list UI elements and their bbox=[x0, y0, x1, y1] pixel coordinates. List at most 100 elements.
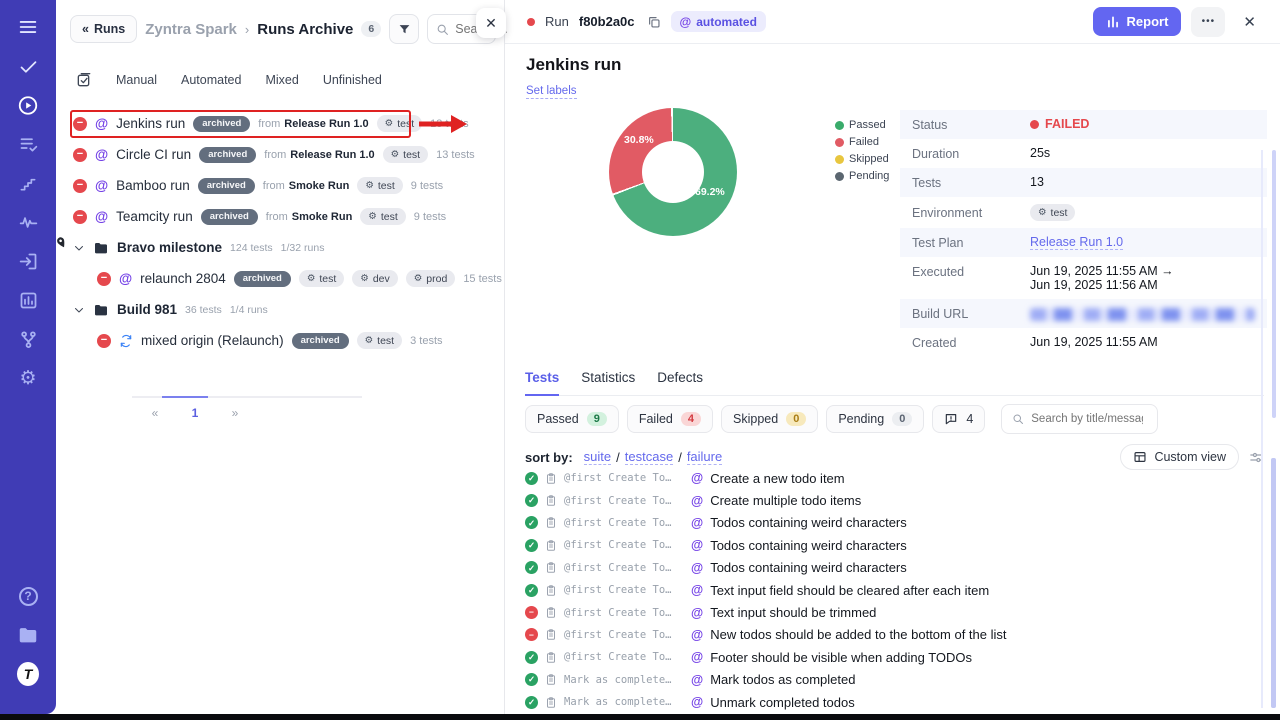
suite-name[interactable]: Mark as complete… bbox=[564, 674, 684, 686]
detail-close-button[interactable]: ✕ bbox=[1235, 9, 1264, 35]
tab-unfinished[interactable]: Unfinished bbox=[323, 73, 382, 87]
folder-icon bbox=[93, 302, 109, 318]
more-actions-button[interactable]: ••• bbox=[1191, 7, 1225, 37]
filter-failed-button[interactable]: Failed4 bbox=[627, 405, 713, 433]
suite-name[interactable]: @first Create To… bbox=[564, 562, 684, 574]
suite-name[interactable]: Mark as complete… bbox=[564, 696, 684, 708]
runs-panel-close-button[interactable]: ✕ bbox=[476, 8, 506, 38]
suite-name[interactable]: @first Create To… bbox=[564, 651, 684, 663]
report-button[interactable]: Report bbox=[1093, 7, 1182, 36]
milestones-steps-icon[interactable] bbox=[17, 172, 39, 194]
analytics-icon[interactable] bbox=[17, 289, 39, 311]
run-row-mixed-origin[interactable]: − mixed origin (Relaunch) archived ⚙test… bbox=[56, 325, 503, 356]
panel-scrollbar-thumb[interactable] bbox=[1272, 150, 1276, 418]
gear-icon: ⚙ bbox=[360, 273, 369, 284]
runs-panel: « Runs Zyntra Spark › Runs Archive 6 ✕ M… bbox=[56, 0, 505, 714]
test-row[interactable]: ✓ @first Create To… @ Todos containing w… bbox=[525, 512, 1266, 534]
suite-name[interactable]: @first Create To… bbox=[564, 539, 684, 551]
tab-mixed[interactable]: Mixed bbox=[265, 73, 298, 87]
tab-statistics[interactable]: Statistics bbox=[581, 370, 635, 395]
suite-name[interactable]: @first Create To… bbox=[564, 629, 684, 641]
pagination-next-button[interactable]: » bbox=[228, 406, 242, 420]
test-title[interactable]: Footer should be visible when adding TOD… bbox=[710, 650, 972, 665]
pagination-page-1[interactable]: 1 bbox=[188, 406, 202, 420]
select-all-icon[interactable] bbox=[76, 72, 92, 88]
filter-skipped-button[interactable]: Skipped0 bbox=[721, 405, 818, 433]
chevron-down-icon[interactable] bbox=[73, 304, 85, 316]
test-row[interactable]: ✓ Mark as complete… @ Unmark completed t… bbox=[525, 691, 1266, 713]
run-row-teamcity[interactable]: − @ Teamcity run archived fromSmoke Run … bbox=[56, 201, 503, 232]
filter-passed-button[interactable]: Passed9 bbox=[525, 405, 619, 433]
chevron-down-icon[interactable] bbox=[73, 242, 85, 254]
suite-name[interactable]: @first Create To… bbox=[564, 584, 684, 596]
test-title[interactable]: New todos should be added to the bottom … bbox=[710, 627, 1006, 642]
test-title[interactable]: Text input should be trimmed bbox=[710, 605, 876, 620]
settings-gear-icon[interactable]: ⚙ bbox=[17, 367, 39, 389]
run-row-relaunch-2804[interactable]: − @ relaunch 2804 archived ⚙test ⚙dev ⚙p… bbox=[56, 263, 503, 294]
test-row[interactable]: ✓ @first Create To… @ Todos containing w… bbox=[525, 534, 1266, 556]
test-row[interactable]: ✓ @first Create To… @ Create a new todo … bbox=[525, 467, 1266, 489]
suite-name[interactable]: @first Create To… bbox=[564, 495, 684, 507]
sort-by-label: sort by: bbox=[525, 450, 573, 465]
tab-automated[interactable]: Automated bbox=[181, 73, 241, 87]
runs-filter-tabs: Manual Automated Mixed Unfinished bbox=[76, 72, 382, 88]
pagination-prev-button[interactable]: « bbox=[148, 406, 162, 420]
run-row-circle-ci[interactable]: − @ Circle CI run archived fromRelease R… bbox=[56, 139, 503, 170]
test-row[interactable]: − @first Create To… @ Text input should … bbox=[525, 601, 1266, 623]
test-title[interactable]: Mark todos as completed bbox=[710, 672, 855, 687]
test-filter-row: Passed9 Failed4 Skipped0 Pending0 4 bbox=[525, 404, 1158, 434]
breadcrumb-project[interactable]: Zyntra Spark bbox=[145, 21, 237, 38]
pulse-activity-icon[interactable] bbox=[17, 211, 39, 233]
test-title[interactable]: Todos containing weird characters bbox=[710, 538, 907, 553]
tab-tests[interactable]: Tests bbox=[525, 370, 559, 396]
filter-funnel-button[interactable] bbox=[389, 14, 419, 44]
import-icon[interactable] bbox=[17, 250, 39, 272]
suite-name[interactable]: @first Create To… bbox=[564, 472, 684, 484]
set-labels-link[interactable]: Set labels bbox=[526, 85, 577, 99]
folder-row-bravo-milestone[interactable]: Bravo milestone 124 tests 1/32 runs bbox=[56, 232, 503, 263]
scrollbar-track bbox=[1261, 150, 1263, 708]
tab-defects[interactable]: Defects bbox=[657, 370, 703, 395]
test-row[interactable]: ✓ @first Create To… @ Text input field s… bbox=[525, 579, 1266, 601]
test-title[interactable]: Create multiple todo items bbox=[710, 493, 861, 508]
filter-comments-button[interactable]: 4 bbox=[932, 405, 985, 433]
tests-check-icon[interactable] bbox=[17, 55, 39, 77]
run-row-bamboo[interactable]: − @ Bamboo run archived fromSmoke Run ⚙t… bbox=[56, 170, 503, 201]
test-title[interactable]: Todos containing weird characters bbox=[710, 560, 907, 575]
test-row[interactable]: ✓ @first Create To… @ Todos containing w… bbox=[525, 557, 1266, 579]
test-title[interactable]: Create a new todo item bbox=[710, 471, 844, 486]
filter-pending-button[interactable]: Pending0 bbox=[826, 405, 924, 433]
legend-dot-skipped bbox=[835, 155, 844, 164]
suite-name[interactable]: @first Create To… bbox=[564, 517, 684, 529]
automated-test-icon: @ bbox=[691, 516, 703, 530]
projects-folder-icon[interactable] bbox=[17, 624, 39, 646]
sort-by-testcase-link[interactable]: testcase bbox=[625, 449, 673, 465]
folder-row-build-981[interactable]: Build 981 36 tests 1/4 runs bbox=[56, 294, 503, 325]
back-to-runs-button[interactable]: « Runs bbox=[70, 15, 137, 43]
test-row[interactable]: ✓ @first Create To… @ Create multiple to… bbox=[525, 489, 1266, 511]
test-row[interactable]: − @first Create To… @ New todos should b… bbox=[525, 624, 1266, 646]
run-name: mixed origin (Relaunch) bbox=[141, 333, 284, 348]
help-icon[interactable]: ? bbox=[17, 585, 39, 607]
runs-play-icon[interactable] bbox=[17, 94, 39, 116]
list-scrollbar-thumb[interactable] bbox=[1271, 458, 1276, 708]
test-plan-link[interactable]: Release Run 1.0 bbox=[1030, 235, 1123, 250]
test-search-box bbox=[1001, 404, 1158, 434]
sort-by-failure-link[interactable]: failure bbox=[687, 449, 722, 465]
suite-name[interactable]: @first Create To… bbox=[564, 607, 684, 619]
run-row-jenkins[interactable]: − @ Jenkins run archived fromRelease Run… bbox=[56, 108, 503, 139]
test-title[interactable]: Unmark completed todos bbox=[710, 695, 855, 710]
test-search-input[interactable] bbox=[1031, 413, 1143, 425]
test-plans-icon[interactable] bbox=[17, 133, 39, 155]
app-logo[interactable]: T bbox=[17, 663, 39, 685]
info-row-environment: Environment ⚙test bbox=[900, 197, 1267, 228]
test-title[interactable]: Todos containing weird characters bbox=[710, 515, 907, 530]
test-title[interactable]: Text input field should be cleared after… bbox=[710, 583, 989, 598]
tab-manual[interactable]: Manual bbox=[116, 73, 157, 87]
copy-run-id-button[interactable] bbox=[647, 15, 661, 29]
menu-icon[interactable] bbox=[17, 16, 39, 38]
test-row[interactable]: ✓ @first Create To… @ Footer should be v… bbox=[525, 646, 1266, 668]
test-row[interactable]: ✓ Mark as complete… @ Mark todos as comp… bbox=[525, 669, 1266, 691]
sort-by-suite-link[interactable]: suite bbox=[584, 449, 611, 465]
branches-icon[interactable] bbox=[17, 328, 39, 350]
